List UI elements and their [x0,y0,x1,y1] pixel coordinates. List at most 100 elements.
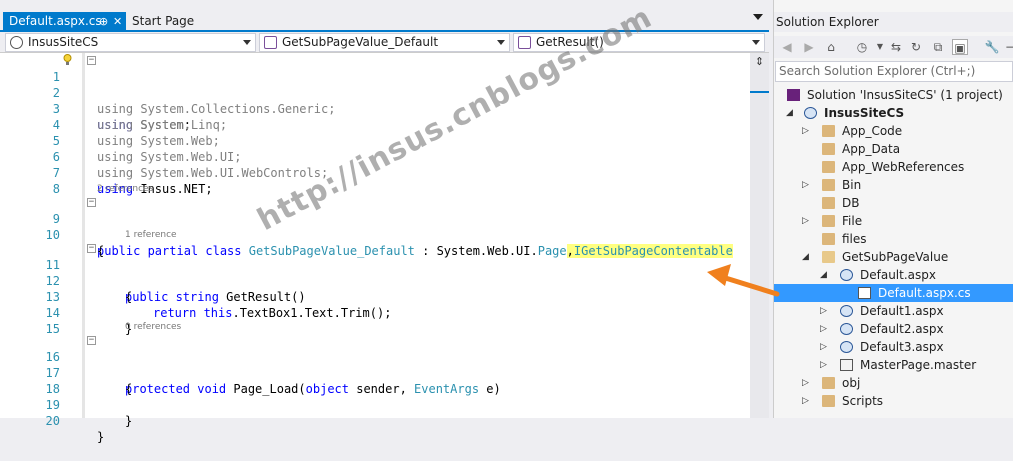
chevron-down-icon [243,40,251,45]
tree-item-solution[interactable]: Solution 'InsusSiteCS' (1 project) [774,86,1013,104]
tree-item-folder[interactable]: ▷ Scripts [774,392,1013,410]
collapsed-arrow-icon[interactable]: ▷ [802,212,812,230]
tree-item-folder[interactable]: ◢ GetSubPageValue [774,248,1013,266]
solution-explorer-panel: Solution Explorer ◀ ▶ ⌂ ◷ ▼ ⇆ ↻ ⧉ ▣ 🔧 − … [773,0,1013,418]
code-lens-references[interactable]: 0 references [125,321,181,333]
code-line: 5 using System.Web.UI; [0,117,750,164]
collapsed-arrow-icon[interactable]: ▷ [802,176,812,194]
code-lens-references[interactable]: 2 references [97,183,153,195]
lightbulb-icon[interactable] [63,54,72,66]
pin-icon[interactable]: ⊕ [99,12,108,31]
code-line: 15 [0,305,750,336]
tree-item-file[interactable]: ▷ Default2.aspx [774,320,1013,338]
collapse-icon[interactable]: − [87,198,96,207]
tree-item-label: obj [842,376,861,390]
solution-icon [787,89,800,101]
code-lens-references[interactable]: 1 reference [125,229,177,241]
tab-default-aspx-cs[interactable]: Default.aspx.cs ⊕ ✕ [3,12,126,31]
collapsed-arrow-icon[interactable]: ▷ [820,302,830,320]
class-dropdown[interactable]: GetSubPageValue_Default [259,33,510,52]
minus-icon[interactable]: − [1002,39,1013,55]
tab-overflow-dropdown-icon[interactable] [753,14,763,20]
collapse-icon[interactable]: − [87,244,96,253]
tree-item-folder[interactable]: ▷ App_Code [774,122,1013,140]
forward-icon[interactable]: ▶ [801,39,817,55]
tree-item-project[interactable]: ◢ InsusSiteCS [774,104,1013,122]
open-folder-icon [822,251,835,263]
code-area[interactable]: 1 − using System; 2 using System.Collect… [0,53,750,444]
collapsed-arrow-icon[interactable]: ▷ [820,356,830,374]
tab-start-page[interactable]: Start Page [126,12,238,31]
solution-search-input[interactable]: Search Solution Explorer (Ctrl+;) [775,61,1013,82]
tree-item-label: DB [842,196,860,210]
tree-item-folder[interactable]: files [774,230,1013,248]
collapsed-arrow-icon[interactable]: ▷ [802,392,812,410]
cs-file-icon [858,287,871,299]
class-icon [264,36,277,49]
tree-item-file[interactable]: ◢ Default.aspx [774,266,1013,284]
code-text: } [97,430,105,444]
code-line: 1 − using System; [0,53,750,132]
show-all-files-icon[interactable]: ▣ [952,39,968,55]
tree-item-label: Bin [842,178,862,192]
close-icon[interactable]: ✕ [113,12,122,31]
tree-item-folder[interactable]: ▷ obj [774,374,1013,392]
folder-icon [822,377,835,389]
back-icon[interactable]: ◀ [779,39,795,55]
refresh-icon[interactable]: ↻ [908,39,924,55]
tree-item-file[interactable]: ▷ MasterPage.master [774,356,1013,374]
tree-item-label: Default1.aspx [860,304,944,318]
class-dropdown-value: GetSubPageValue_Default [282,35,439,49]
folder-icon [822,161,835,173]
tree-item-folder[interactable]: ▷ File [774,212,1013,230]
tree-item-folder[interactable]: App_Data [774,140,1013,158]
tree-item-folder[interactable]: App_WebReferences [774,158,1013,176]
tree-item-label: Scripts [842,394,884,408]
tree-item-label: Default3.aspx [860,340,944,354]
tree-item-file[interactable]: ▷ Default1.aspx [774,302,1013,320]
scroll-position-marker [750,91,769,93]
splitter-icon[interactable]: ⇕ [753,55,766,71]
tree-item-folder[interactable]: DB [774,194,1013,212]
tree-item-label: MasterPage.master [860,358,977,372]
history-icon[interactable]: ◷ [854,39,870,55]
collapsed-arrow-icon[interactable]: ▷ [802,122,812,140]
expanded-arrow-icon[interactable]: ◢ [820,266,830,284]
collapsed-arrow-icon[interactable]: ▷ [820,320,830,338]
code-line: 16 − protected void Page_Load(object sen… [0,333,750,397]
line-number: 20 [45,414,60,428]
globe-icon [10,36,23,49]
tree-item-file[interactable]: ▷ Default3.aspx [774,338,1013,356]
collapse-icon[interactable]: − [87,336,96,345]
chevron-down-icon[interactable]: ▼ [872,39,888,55]
tree-item-label: App_Code [842,124,903,138]
collapse-icon[interactable]: − [87,56,96,65]
expanded-arrow-icon[interactable]: ◢ [802,248,812,266]
code-line: 10 { [0,211,750,258]
sync-icon[interactable]: ⇆ [888,39,904,55]
tree-item-label: Default.aspx.cs [878,286,971,300]
navigation-bar: InsusSiteCS GetSubPageValue_Default GetR… [0,32,769,53]
collapsed-arrow-icon[interactable]: ▷ [820,338,830,356]
website-icon [804,107,817,119]
expanded-arrow-icon[interactable]: ◢ [786,104,796,122]
home-icon[interactable]: ⌂ [823,39,839,55]
solution-explorer-toolbar: ◀ ▶ ⌂ ◷ ▼ ⇆ ↻ ⧉ ▣ 🔧 − [774,36,1013,58]
code-line: 3 using System.Linq; [0,85,750,132]
properties-wrench-icon[interactable]: 🔧 [984,39,1000,55]
tree-item-label: files [842,232,867,246]
aspx-icon [840,305,853,317]
vertical-scrollbar[interactable]: ⇕ [750,53,769,418]
tree-item-label: Solution 'InsusSiteCS' (1 project) [807,88,1003,102]
folder-icon [822,143,835,155]
method-icon [518,36,531,49]
tree-item-file-selected[interactable]: Default.aspx.cs [774,284,1013,302]
tree-item-folder[interactable]: ▷ Bin [774,176,1013,194]
tab-label: Default.aspx.cs [9,14,102,28]
code-line: 11 − public string GetResult() [0,241,750,305]
code-line: 17 { [0,349,750,396]
collapsed-arrow-icon[interactable]: ▷ [802,374,812,392]
tree-item-label: Default2.aspx [860,322,944,336]
project-dropdown[interactable]: InsusSiteCS [5,33,256,52]
collapse-all-icon[interactable]: ⧉ [930,39,946,55]
